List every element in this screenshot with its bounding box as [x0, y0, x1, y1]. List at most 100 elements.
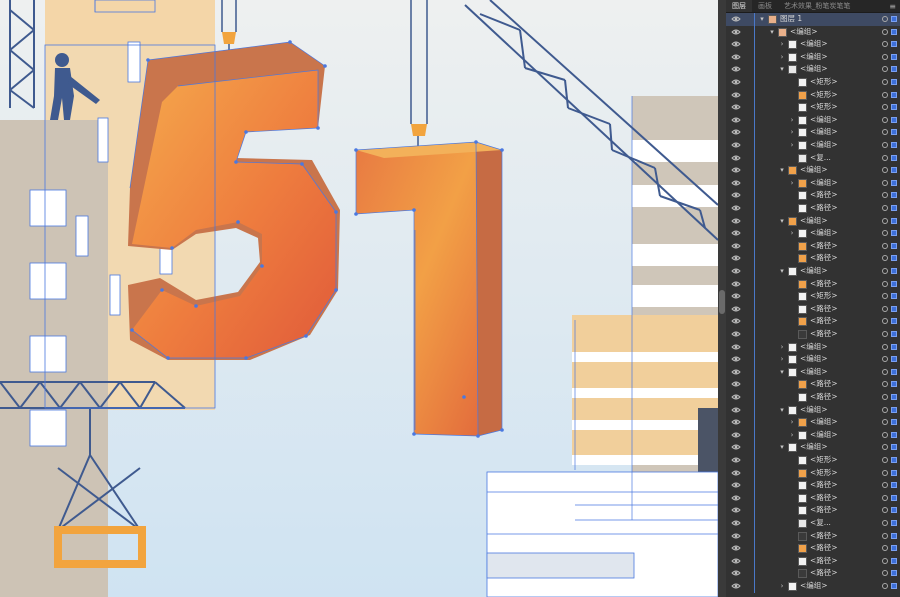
target-circle-icon[interactable]: [882, 557, 888, 564]
layer-row[interactable]: <路径>: [726, 542, 900, 555]
visibility-eye-icon[interactable]: [731, 304, 741, 314]
collapse-arrow-icon[interactable]: ▾: [778, 215, 786, 228]
target-circle-icon[interactable]: [882, 28, 888, 35]
target-circle-icon[interactable]: [882, 79, 888, 85]
selection-square-icon[interactable]: [891, 217, 897, 224]
selection-square-icon[interactable]: [891, 192, 897, 199]
layer-row[interactable]: <路径>: [726, 479, 900, 492]
selection-square-icon[interactable]: [891, 356, 897, 363]
expand-arrow-icon[interactable]: ›: [788, 416, 796, 429]
layer-row[interactable]: ▾ 图层 1: [726, 13, 900, 26]
visibility-eye-icon[interactable]: [731, 568, 741, 578]
layer-row[interactable]: <路径>: [726, 391, 900, 404]
layer-row[interactable]: <矩形>: [726, 454, 900, 467]
target-circle-icon[interactable]: [882, 16, 888, 22]
layer-row[interactable]: <复...: [726, 151, 900, 165]
layer-row[interactable]: ▾ <编组>: [726, 25, 900, 39]
target-circle-icon[interactable]: [882, 116, 888, 123]
target-circle-icon[interactable]: [882, 394, 888, 400]
layer-row[interactable]: <路径>: [726, 189, 900, 202]
layer-row[interactable]: <路径>: [726, 202, 900, 215]
target-circle-icon[interactable]: [882, 381, 888, 388]
collapse-arrow-icon[interactable]: ▾: [778, 265, 786, 278]
visibility-eye-icon[interactable]: [731, 543, 741, 553]
collapse-arrow-icon[interactable]: ▾: [778, 404, 786, 417]
layer-row[interactable]: <路径>: [726, 378, 900, 391]
layer-row[interactable]: <路径>: [726, 567, 900, 580]
visibility-eye-icon[interactable]: [731, 64, 741, 74]
visibility-eye-icon[interactable]: [731, 266, 741, 276]
target-circle-icon[interactable]: [882, 293, 888, 300]
panel-menu-icon[interactable]: ≡: [889, 2, 900, 11]
visibility-eye-icon[interactable]: [731, 379, 741, 389]
layer-row[interactable]: › <编组>: [726, 139, 900, 152]
target-circle-icon[interactable]: [882, 242, 888, 249]
selection-square-icon[interactable]: [891, 494, 897, 501]
visibility-eye-icon[interactable]: [731, 392, 741, 402]
layer-row[interactable]: › <编组>: [726, 340, 900, 354]
visibility-eye-icon[interactable]: [731, 493, 741, 503]
target-circle-icon[interactable]: [882, 331, 888, 337]
target-circle-icon[interactable]: [882, 280, 888, 287]
selection-square-icon[interactable]: [891, 167, 897, 174]
expand-arrow-icon[interactable]: ›: [788, 227, 796, 240]
selection-square-icon[interactable]: [891, 268, 897, 274]
target-circle-icon[interactable]: [882, 66, 888, 73]
expand-arrow-icon[interactable]: ›: [788, 429, 796, 442]
visibility-eye-icon[interactable]: [731, 52, 741, 62]
layer-row[interactable]: <路径>: [726, 554, 900, 568]
layer-row[interactable]: <矩形>: [726, 88, 900, 102]
visibility-eye-icon[interactable]: [731, 505, 741, 515]
selection-square-icon[interactable]: [891, 104, 897, 111]
selection-square-icon[interactable]: [891, 532, 897, 539]
visibility-eye-icon[interactable]: [731, 153, 741, 163]
target-circle-icon[interactable]: [882, 482, 888, 489]
target-circle-icon[interactable]: [882, 368, 888, 375]
selection-square-icon[interactable]: [891, 255, 897, 262]
layer-row[interactable]: › <编组>: [726, 38, 900, 51]
visibility-eye-icon[interactable]: [731, 127, 741, 137]
target-circle-icon[interactable]: [882, 179, 888, 186]
tab-layers[interactable]: 图层: [726, 0, 752, 12]
visibility-eye-icon[interactable]: [731, 203, 741, 213]
selection-square-icon[interactable]: [891, 406, 897, 413]
visibility-eye-icon[interactable]: [731, 241, 741, 251]
target-circle-icon[interactable]: [882, 419, 888, 426]
selection-square-icon[interactable]: [891, 570, 897, 577]
artwork-svg[interactable]: 5: [0, 0, 718, 597]
target-circle-icon[interactable]: [882, 154, 888, 161]
layer-row[interactable]: ▾ <编组>: [726, 403, 900, 417]
visibility-eye-icon[interactable]: [731, 480, 741, 490]
layer-row[interactable]: <路径>: [726, 252, 900, 265]
target-circle-icon[interactable]: [882, 129, 888, 136]
target-circle-icon[interactable]: [882, 192, 888, 199]
selection-square-icon[interactable]: [891, 318, 897, 325]
visibility-eye-icon[interactable]: [731, 77, 741, 87]
selection-square-icon[interactable]: [891, 343, 897, 350]
target-circle-icon[interactable]: [882, 255, 888, 262]
layer-row[interactable]: › <编组>: [726, 227, 900, 240]
layer-row[interactable]: <复...: [726, 517, 900, 530]
collapse-arrow-icon[interactable]: ▾: [778, 164, 786, 177]
target-circle-icon[interactable]: [882, 167, 888, 174]
selection-square-icon[interactable]: [891, 79, 897, 85]
selection-square-icon[interactable]: [891, 205, 897, 211]
expand-arrow-icon[interactable]: ›: [788, 139, 796, 152]
visibility-eye-icon[interactable]: [731, 468, 741, 478]
layer-row[interactable]: <路径>: [726, 504, 900, 517]
selection-square-icon[interactable]: [891, 91, 897, 98]
visibility-eye-icon[interactable]: [731, 39, 741, 49]
tab-artboards[interactable]: 画板: [752, 0, 778, 12]
visibility-eye-icon[interactable]: [731, 253, 741, 263]
layer-row[interactable]: <路径>: [726, 328, 900, 341]
expand-arrow-icon[interactable]: ›: [778, 580, 786, 593]
visibility-eye-icon[interactable]: [731, 216, 741, 226]
selection-square-icon[interactable]: [891, 431, 897, 438]
expand-arrow-icon[interactable]: ›: [788, 114, 796, 127]
target-circle-icon[interactable]: [882, 318, 888, 325]
selection-square-icon[interactable]: [891, 53, 897, 60]
selection-square-icon[interactable]: [891, 368, 897, 375]
target-circle-icon[interactable]: [882, 406, 888, 413]
selection-square-icon[interactable]: [891, 482, 897, 489]
selection-square-icon[interactable]: [891, 507, 897, 514]
